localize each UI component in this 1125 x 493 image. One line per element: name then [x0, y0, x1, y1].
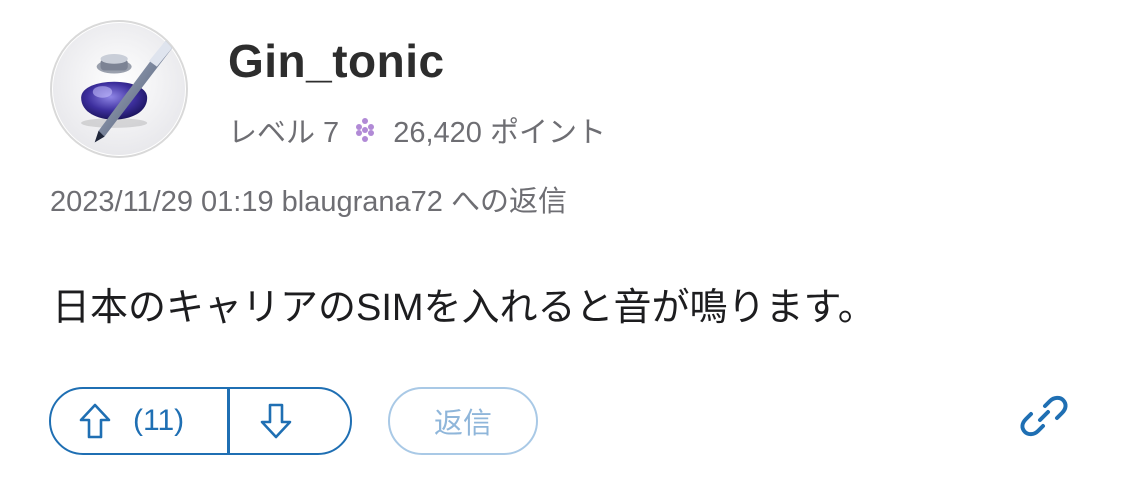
reply-meta: 2023/11/29 01:19 blaugrana72 への返信 [50, 186, 567, 218]
link-icon[interactable] [1018, 390, 1070, 442]
post-body: 日本のキャリアのSIMを入れると音が鳴ります。 [52, 287, 876, 329]
arrow-up-icon [77, 401, 113, 441]
arrow-down-icon [258, 401, 294, 441]
upvote-count: (11) [133, 404, 185, 437]
upvote-button[interactable]: (11) [51, 389, 227, 453]
username[interactable]: Gin_tonic [228, 34, 445, 88]
level-dots-icon [351, 116, 379, 144]
points-label: 26,420 ポイント [393, 117, 606, 149]
reply-button[interactable]: 返信 [388, 387, 538, 455]
vote-group: (11) [49, 387, 352, 455]
user-meta: レベル 7 26,420 ポイント [228, 110, 606, 150]
downvote-button[interactable] [230, 389, 351, 453]
level-label: レベル 7 [228, 117, 340, 149]
avatar[interactable] [50, 20, 188, 158]
ink-bottle-avatar-icon [52, 22, 186, 156]
